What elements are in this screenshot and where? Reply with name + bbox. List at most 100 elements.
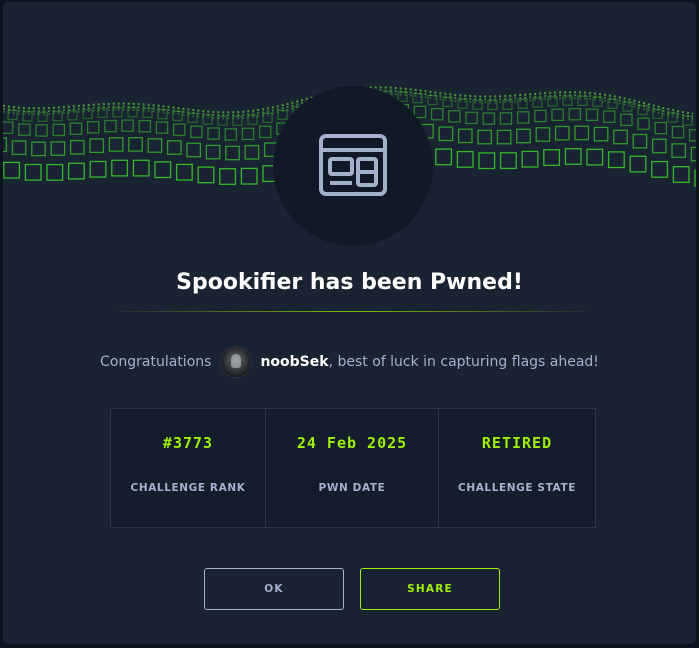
banner-cube bbox=[172, 123, 186, 136]
banner-cube bbox=[521, 150, 539, 168]
banner-cube bbox=[543, 149, 561, 166]
banner-cube bbox=[585, 108, 599, 122]
banner-cube bbox=[516, 128, 531, 144]
banner-cube bbox=[67, 162, 85, 180]
banner-cube bbox=[535, 127, 551, 142]
stat-value: #3773 bbox=[162, 434, 214, 452]
banner-cube bbox=[190, 125, 203, 139]
banner-cube bbox=[132, 159, 150, 177]
banner-cube bbox=[551, 108, 564, 122]
banner-cube bbox=[186, 142, 202, 158]
banner-cube bbox=[671, 143, 687, 158]
banner-cube bbox=[667, 112, 678, 123]
banner-cube bbox=[147, 138, 163, 153]
banner-cube bbox=[89, 138, 105, 154]
congrats-line: Congratulations noobSek , best of luck i… bbox=[3, 346, 696, 378]
banner-cube bbox=[632, 133, 648, 149]
banner-cube bbox=[607, 151, 625, 169]
banner-cube bbox=[3, 121, 14, 134]
banner-cube bbox=[89, 160, 107, 178]
stat-challenge-rank: #3773 CHALLENGE RANK bbox=[111, 409, 266, 527]
congrats-suffix: , best of luck in capturing flags ahead! bbox=[328, 354, 599, 370]
banner-cube bbox=[430, 107, 444, 121]
banner-cube bbox=[86, 121, 100, 134]
banner-cube bbox=[412, 93, 423, 104]
banner-cube bbox=[154, 161, 172, 179]
banner-cube bbox=[478, 152, 496, 170]
banner-cube bbox=[499, 152, 517, 170]
congrats-prefix: Congratulations bbox=[100, 354, 212, 370]
ok-button[interactable]: OK bbox=[204, 568, 344, 610]
banner-cube bbox=[499, 112, 513, 125]
banner-cube bbox=[629, 155, 647, 173]
banner-cube bbox=[155, 121, 169, 134]
banner-cube bbox=[477, 129, 493, 145]
banner-cube bbox=[442, 96, 453, 108]
banner-cube bbox=[568, 107, 582, 121]
banner-cube bbox=[435, 148, 453, 166]
stat-value: 24 Feb 2025 bbox=[296, 434, 408, 452]
banner-cube bbox=[69, 122, 83, 135]
banner-cube bbox=[111, 159, 129, 177]
banner-cube bbox=[69, 139, 85, 155]
banner-cube bbox=[593, 126, 609, 142]
challenge-icon-circle bbox=[273, 86, 433, 246]
banner-cube bbox=[31, 141, 46, 157]
banner-cube bbox=[516, 111, 530, 124]
banner-cube bbox=[50, 141, 66, 156]
banner-cube bbox=[241, 127, 255, 141]
stat-challenge-state: RETIRED CHALLENGE STATE bbox=[439, 409, 595, 527]
banner-cube bbox=[554, 125, 570, 141]
banner-cube bbox=[651, 138, 667, 154]
banner-cube bbox=[682, 115, 693, 126]
stats-panel: #3773 CHALLENGE RANK 24 Feb 2025 PWN DAT… bbox=[110, 408, 596, 528]
banner-cube bbox=[258, 125, 272, 139]
banner-cube bbox=[602, 110, 616, 123]
banner-cube bbox=[219, 168, 237, 185]
web-window-icon bbox=[319, 134, 387, 196]
banner-cube bbox=[24, 163, 42, 181]
user-avatar bbox=[220, 346, 253, 378]
banner-cube bbox=[121, 119, 134, 132]
banner-cube bbox=[448, 110, 461, 123]
banner-cube bbox=[613, 129, 628, 145]
banner-cube bbox=[128, 137, 143, 152]
banner-cube bbox=[207, 127, 220, 140]
banner-cube bbox=[456, 150, 474, 168]
banner-cube bbox=[35, 124, 48, 137]
stat-label: CHALLENGE RANK bbox=[130, 482, 246, 494]
stat-pwn-date: 24 Feb 2025 PWN DATE bbox=[266, 409, 439, 527]
dialog-title: Spookifier has been Pwned! bbox=[176, 270, 523, 295]
banner-cube bbox=[457, 128, 473, 144]
banner-cube bbox=[688, 129, 696, 142]
banner-cube bbox=[197, 166, 215, 184]
stat-value: RETIRED bbox=[481, 434, 553, 452]
banner-cube bbox=[225, 145, 240, 161]
banner-cube bbox=[672, 166, 690, 183]
banner-cube bbox=[574, 125, 590, 141]
banner-cube bbox=[637, 104, 648, 116]
banner-cube bbox=[3, 137, 8, 153]
banner-cube bbox=[175, 163, 193, 181]
banner-cube bbox=[108, 137, 124, 152]
banner-cube bbox=[3, 161, 21, 179]
banner-cube bbox=[496, 129, 512, 145]
banner-cube bbox=[138, 119, 152, 133]
banner-cube bbox=[586, 148, 604, 166]
share-button[interactable]: SHARE bbox=[360, 568, 500, 610]
banner-cube bbox=[427, 94, 438, 106]
banner-cube bbox=[651, 160, 669, 178]
stat-label: PWN DATE bbox=[318, 482, 386, 494]
pwned-dialog: Spookifier has been Pwned! Congratulatio… bbox=[3, 2, 696, 644]
banner-cube bbox=[52, 123, 66, 137]
banner-cube bbox=[534, 109, 547, 123]
banner-cube bbox=[46, 163, 64, 181]
banner-cube bbox=[654, 121, 668, 135]
banner-cube bbox=[465, 111, 478, 125]
title-divider bbox=[108, 311, 598, 312]
username: noobSek bbox=[260, 354, 329, 370]
banner-cube bbox=[690, 146, 696, 162]
banner-cube bbox=[620, 113, 633, 127]
banner-cube bbox=[11, 140, 27, 156]
banner-cube bbox=[244, 144, 260, 160]
